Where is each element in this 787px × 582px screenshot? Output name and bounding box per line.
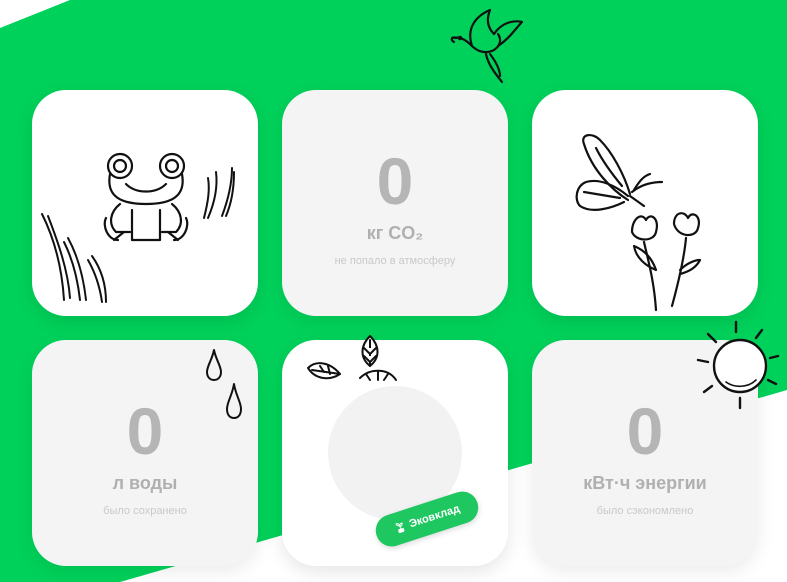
raindrop-icon [206,349,222,381]
eco-card: Эковклад [282,335,508,566]
frog-icon [103,152,189,242]
eco-contribution-label: Эковклад [407,502,462,531]
water-card: 0 л воды было сохранено [32,340,258,566]
sprout-icon [395,522,405,534]
co2-unit: кг CO₂ [366,223,424,243]
co2-caption: не попало в атмосферу [334,255,456,267]
sun-icon [696,320,780,410]
energy-unit: кВт·ч энергии [583,473,707,493]
bird-icon [450,8,524,84]
raindrop-icon [226,383,242,419]
leaf-icon [307,335,397,381]
frog-card [32,90,258,316]
co2-stat: 0 кг CO₂ не попало в атмосферу [282,148,508,268]
grass-icon [41,213,107,303]
energy-stat: 0 кВт·ч энергии было сэкономлено [532,398,758,518]
energy-caption: было сэкономлено [596,505,694,517]
water-unit: л воды [112,473,178,493]
flower-icon [630,212,702,312]
co2-value: 0 [376,144,414,218]
butterfly-card [532,90,758,316]
co2-card: 0 кг CO₂ не попало в атмосферу [282,90,508,316]
grass-small-icon [203,167,235,219]
water-caption: было сохранено [103,505,187,517]
